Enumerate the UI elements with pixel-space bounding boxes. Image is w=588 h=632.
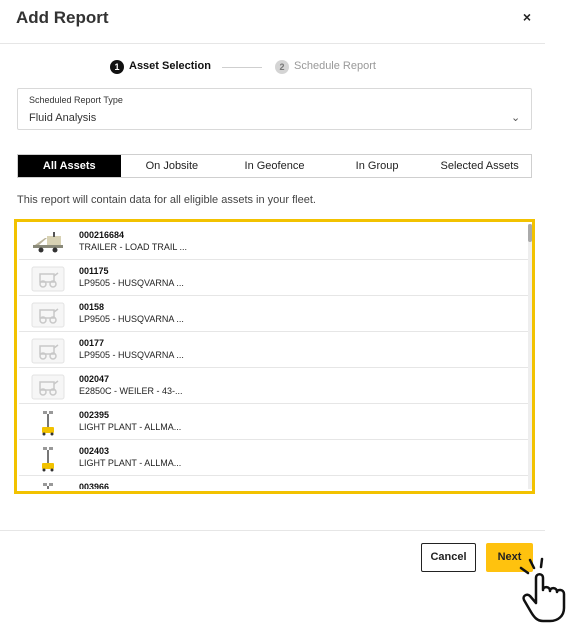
list-item[interactable]: 002403 LIGHT PLANT - ALLMA... xyxy=(19,440,530,476)
step-2-number: 2 xyxy=(275,60,289,74)
asset-id: 000216684 xyxy=(79,230,125,240)
tab-in-group[interactable]: In Group xyxy=(326,155,429,177)
report-type-value: Fluid Analysis xyxy=(29,112,97,124)
asset-list-viewport[interactable]: 000216684 TRAILER - LOAD TRAIL ... 00117… xyxy=(19,224,530,489)
step-1-number: 1 xyxy=(110,60,124,74)
light-tower-icon xyxy=(42,411,54,436)
asset-description: LP9505 - HUSQVARNA ... xyxy=(79,314,184,324)
asset-id: 002395 xyxy=(79,410,110,420)
asset-id: 001175 xyxy=(79,266,109,276)
placeholder-equipment-icon xyxy=(31,266,65,292)
report-type-select[interactable]: Scheduled Report Type Fluid Analysis ⌄ xyxy=(17,88,532,130)
asset-description: TRAILER - LOAD TRAIL ... xyxy=(79,242,188,252)
add-report-dialog: Add Report × 1 Asset Selection 2 Schedul… xyxy=(0,0,545,632)
step-2-label: Schedule Report xyxy=(294,60,376,72)
pointer-hand-icon xyxy=(519,557,566,623)
asset-id: 00158 xyxy=(79,302,105,312)
stepper: 1 Asset Selection 2 Schedule Report xyxy=(0,58,545,78)
asset-list: 000216684 TRAILER - LOAD TRAIL ... 00117… xyxy=(14,219,535,494)
tab-on-jobsite[interactable]: On Jobsite xyxy=(121,155,224,177)
cancel-button[interactable]: Cancel xyxy=(421,543,476,572)
dialog-header: Add Report × xyxy=(0,0,545,44)
list-item[interactable]: 002047 E2850C - WEILER - 43-... xyxy=(19,368,530,404)
list-item[interactable]: 002395 LIGHT PLANT - ALLMA... xyxy=(19,404,530,440)
asset-id: 002403 xyxy=(79,446,110,456)
asset-id: 003966 xyxy=(79,482,110,489)
tab-all-assets[interactable]: All Assets xyxy=(18,155,121,177)
list-item[interactable]: 003966 xyxy=(19,476,530,489)
trailer-icon xyxy=(33,232,63,253)
light-tower-icon xyxy=(43,483,53,489)
list-scrollbar[interactable] xyxy=(528,224,532,489)
info-text: This report will contain data for all el… xyxy=(17,194,316,206)
dialog-title: Add Report xyxy=(16,8,109,27)
stepper-connector xyxy=(222,67,262,68)
asset-description: LIGHT PLANT - ALLMA... xyxy=(79,458,182,468)
placeholder-equipment-icon xyxy=(31,374,65,400)
footer-divider xyxy=(0,530,545,531)
placeholder-equipment-icon xyxy=(31,338,65,364)
asset-description: LIGHT PLANT - ALLMA... xyxy=(79,422,182,432)
asset-id: 002047 xyxy=(79,374,110,384)
list-item[interactable]: 00158 LP9505 - HUSQVARNA ... xyxy=(19,296,530,332)
placeholder-equipment-icon xyxy=(31,302,65,328)
tab-in-geofence[interactable]: In Geofence xyxy=(223,155,326,177)
report-type-label: Scheduled Report Type xyxy=(29,95,123,105)
asset-description: E2850C - WEILER - 43-... xyxy=(79,386,183,396)
close-icon[interactable]: × xyxy=(520,10,534,24)
scrollbar-thumb[interactable] xyxy=(528,224,532,242)
asset-description: LP9505 - HUSQVARNA ... xyxy=(79,278,184,288)
list-item[interactable]: 000216684 TRAILER - LOAD TRAIL ... xyxy=(19,224,530,260)
step-1-label: Asset Selection xyxy=(129,60,211,72)
light-tower-icon xyxy=(42,447,54,472)
tab-selected-assets[interactable]: Selected Assets xyxy=(428,155,531,177)
list-item[interactable]: 001175 LP9505 - HUSQVARNA ... xyxy=(19,260,530,296)
asset-id: 00177 xyxy=(79,338,105,348)
asset-filter-tabs: All Assets On Jobsite In Geofence In Gro… xyxy=(17,154,532,178)
list-item[interactable]: 00177 LP9505 - HUSQVARNA ... xyxy=(19,332,530,368)
chevron-down-icon: ⌄ xyxy=(511,112,521,124)
asset-description: LP9505 - HUSQVARNA ... xyxy=(79,350,184,360)
